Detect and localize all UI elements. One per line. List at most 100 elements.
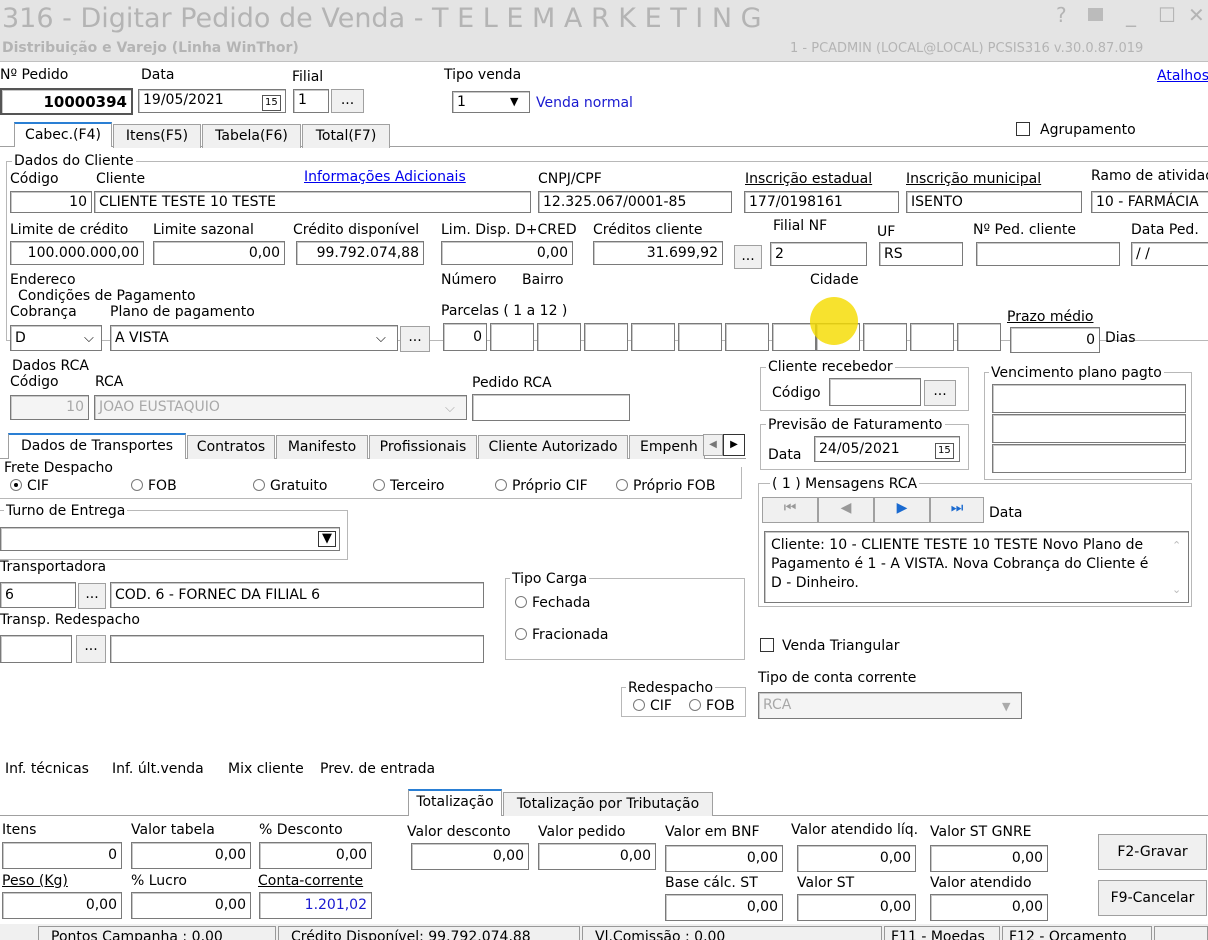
parcela-6-field[interactable]	[678, 323, 722, 351]
scroll-up-icon[interactable]: ⌃	[1172, 539, 1181, 552]
tab-cliente-autorizado[interactable]: Cliente Autorizado	[478, 435, 628, 459]
pedido-rca-field[interactable]	[472, 394, 630, 421]
tab-empenho[interactable]: Empenh	[629, 435, 705, 459]
carga-fracionada-radio[interactable]: Fracionada	[515, 627, 608, 644]
tab-contratos[interactable]: Contratos	[187, 435, 275, 459]
frete-proprio-fob-radio[interactable]: Próprio FOB	[616, 478, 715, 495]
minimize-icon[interactable]: _	[1126, 4, 1136, 26]
prev-message-button[interactable]: ◀	[818, 497, 874, 523]
cancelar-button[interactable]: F9-Cancelar	[1098, 880, 1207, 916]
link-inf-ult-venda[interactable]: Inf. últ.venda	[112, 761, 204, 778]
frete-fob-radio[interactable]: FOB	[131, 478, 177, 495]
link-prev-entrada[interactable]: Prev. de entrada	[320, 761, 435, 778]
tab-tabela[interactable]: Tabela(F6)	[202, 124, 301, 148]
parcela-10-field[interactable]	[863, 323, 907, 351]
parcela-11-field[interactable]	[910, 323, 954, 351]
cobranca-label: Cobrança	[10, 304, 77, 320]
tab-manifesto[interactable]: Manifesto	[276, 435, 368, 459]
atalhos-link[interactable]: Atalhos	[1157, 68, 1208, 85]
link-inf-tecnicas[interactable]: Inf. técnicas	[5, 761, 89, 778]
info-adicionais-link[interactable]: Informações Adicionais	[304, 169, 466, 186]
vencimento-field-1[interactable]	[992, 384, 1186, 413]
parcela-8-field[interactable]	[772, 323, 816, 351]
tab-profissionais[interactable]: Profissionais	[369, 435, 477, 459]
parcela-12-field[interactable]	[957, 323, 1001, 351]
limite-field[interactable]: 100.000.000,00	[10, 241, 144, 265]
cobranca-chevron-icon[interactable]: ⌵	[84, 331, 94, 346]
tab-total[interactable]: Total(F7)	[302, 124, 390, 148]
turno-select[interactable]	[0, 527, 340, 551]
plano-search-button[interactable]: ...	[400, 326, 430, 352]
link-mix-cliente[interactable]: Mix cliente	[228, 761, 304, 778]
carga-fechada-radio[interactable]: Fechada	[515, 595, 591, 612]
parcela-7-field[interactable]	[725, 323, 769, 351]
limdisp-field[interactable]: 0,00	[441, 241, 573, 265]
creditos-field[interactable]: 31.699,92	[593, 241, 723, 265]
plano-chevron-icon[interactable]: ⌵	[376, 331, 386, 346]
desconto-field[interactable]: 0,00	[259, 842, 372, 869]
recebedor-search-button[interactable]: ...	[924, 380, 956, 406]
previsao-calendar-icon[interactable]: 15	[935, 441, 954, 459]
frete-proprio-cif-radio[interactable]: Próprio CIF	[495, 478, 588, 495]
vencimento-field-3[interactable]	[992, 444, 1186, 473]
last-message-button[interactable]: ⏭	[930, 497, 984, 523]
parcela-4-field[interactable]	[584, 323, 628, 351]
redespacho-cif-radio[interactable]: CIF	[633, 698, 672, 715]
cliente-field[interactable]: CLIENTE TESTE 10 TESTE	[94, 191, 531, 213]
transp-search-button[interactable]: ...	[78, 583, 106, 609]
turno-chevron-icon[interactable]: ▼	[318, 531, 336, 547]
vencimento-group-title: Vencimento plano pagto	[989, 365, 1164, 381]
im-field[interactable]: ISENTO	[906, 191, 1082, 213]
pedido-field[interactable]: 10000394	[0, 88, 133, 115]
next-message-button[interactable]: ▶	[874, 497, 930, 523]
tab-dados-transportes[interactable]: Dados de Transportes	[8, 433, 186, 459]
scroll-down-icon[interactable]: ⌄	[1172, 583, 1181, 596]
sazonal-field[interactable]: 0,00	[153, 241, 285, 265]
subtab-scroll-right-icon[interactable]: ▶	[723, 434, 745, 456]
chevron-down-icon[interactable]: ▼	[510, 95, 518, 108]
options-icon[interactable]	[1088, 8, 1103, 21]
plano-select[interactable]: A VISTA	[110, 325, 398, 351]
cnpj-field[interactable]: 12.325.067/0001-85	[538, 191, 732, 213]
cliente-codigo-field[interactable]: 10	[10, 191, 92, 213]
agrupamento-checkbox[interactable]	[1016, 122, 1030, 136]
transp-redesp-search-button[interactable]: ...	[76, 635, 106, 663]
creditos-search-button[interactable]: ...	[734, 245, 762, 269]
help-icon[interactable]: ?	[1056, 4, 1067, 26]
tab-cabec[interactable]: Cabec.(F4)	[14, 122, 112, 147]
parcela-5-field[interactable]	[631, 323, 675, 351]
close-icon[interactable]: ✕	[1188, 4, 1205, 26]
venda-triangular-checkbox[interactable]	[760, 638, 774, 652]
prazo-field[interactable]: 0	[1010, 327, 1100, 353]
parcela-2-field[interactable]	[490, 323, 534, 351]
parcela-1-field[interactable]: 0	[443, 323, 487, 351]
redespacho-fob-radio[interactable]: FOB	[689, 698, 735, 715]
pedcli-field[interactable]	[976, 242, 1120, 266]
status-moedas[interactable]: F11 - Moedas	[884, 926, 1000, 940]
maximize-icon[interactable]: ☐	[1158, 4, 1176, 26]
ramo-field[interactable]: 10 - FARMÁCIA	[1091, 191, 1208, 213]
filial-search-button[interactable]: ...	[331, 89, 364, 113]
tab-totalizacao-tributacao[interactable]: Totalização por Tributação	[503, 792, 713, 816]
transp-codigo-field[interactable]: 6	[0, 582, 76, 608]
filial-field[interactable]: 1	[293, 89, 329, 113]
calendar-icon[interactable]: 15	[262, 93, 281, 111]
tab-totalizacao[interactable]: Totalização	[408, 789, 502, 816]
parcela-3-field[interactable]	[537, 323, 581, 351]
first-message-button[interactable]: ⏮	[762, 497, 818, 523]
subtab-scroll-left-icon[interactable]: ◀	[703, 434, 723, 456]
disp-field[interactable]: 99.792.074,88	[296, 241, 424, 265]
transp-redesp-codigo-field[interactable]	[0, 635, 72, 663]
frete-cif-radio[interactable]: CIF	[10, 478, 49, 495]
ie-field[interactable]: 177/0198161	[744, 191, 899, 213]
recebedor-codigo-field[interactable]	[829, 378, 921, 406]
uf-field[interactable]: RS	[879, 242, 963, 266]
tab-itens[interactable]: Itens(F5)	[113, 124, 201, 148]
filialnf-field[interactable]: 2	[770, 242, 867, 266]
gravar-button[interactable]: F2-Gravar	[1098, 834, 1207, 870]
frete-gratuito-radio[interactable]: Gratuito	[253, 478, 328, 495]
vencimento-field-2[interactable]	[992, 414, 1186, 443]
status-orcamento[interactable]: F12 - Orçamento	[1002, 926, 1152, 940]
frete-terceiro-radio[interactable]: Terceiro	[373, 478, 444, 495]
dataped-field[interactable]: / /	[1131, 242, 1208, 266]
